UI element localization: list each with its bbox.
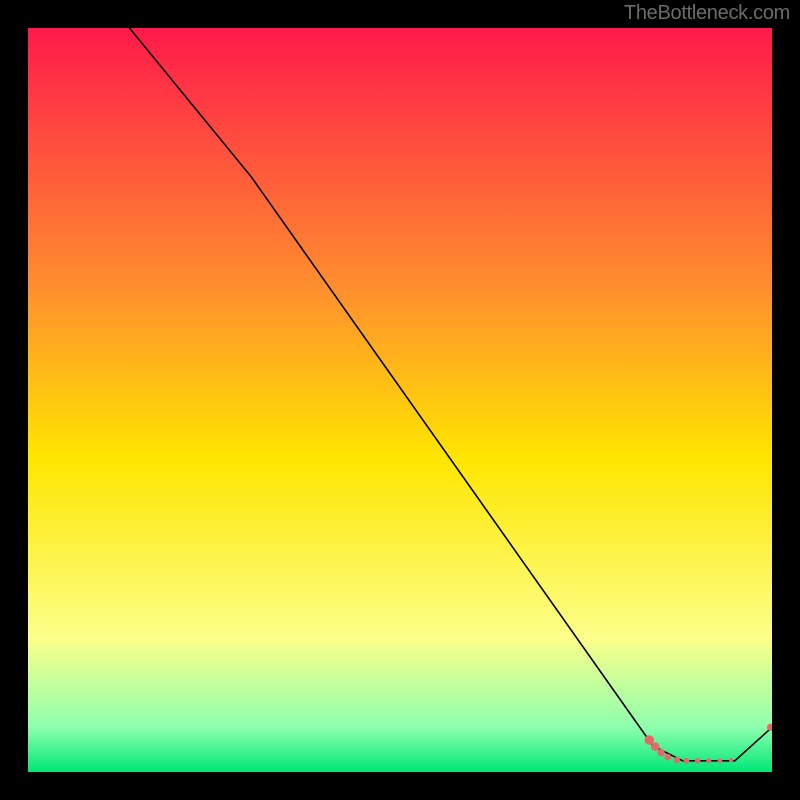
data-marker [718, 758, 723, 763]
attribution-label: TheBottleneck.com [624, 2, 790, 25]
data-marker [729, 758, 733, 762]
data-marker [695, 758, 701, 764]
data-marker [674, 757, 680, 763]
chart-container: TheBottleneck.com [0, 0, 800, 800]
bottleneck-chart [28, 28, 772, 772]
data-marker [651, 742, 660, 751]
data-marker [664, 754, 671, 761]
data-marker [683, 758, 689, 764]
plot-background [28, 28, 772, 772]
data-marker [657, 749, 665, 757]
data-marker [706, 758, 711, 763]
